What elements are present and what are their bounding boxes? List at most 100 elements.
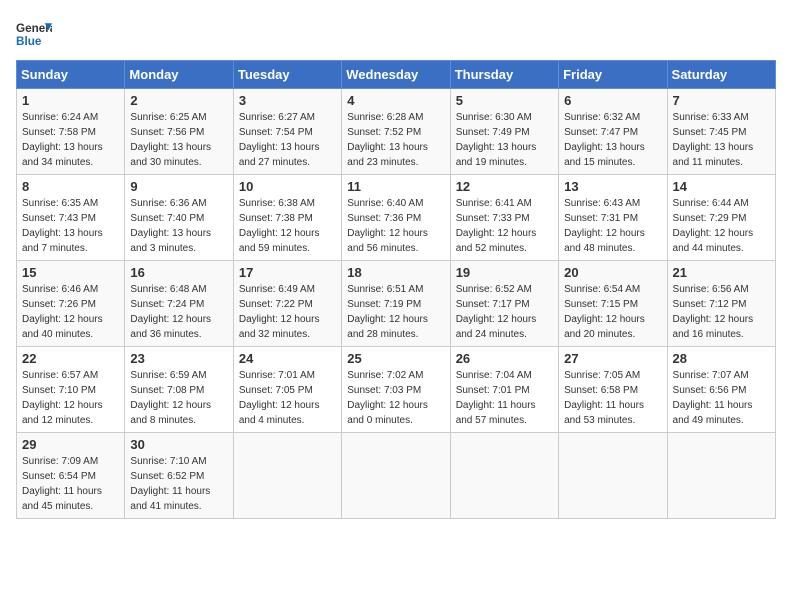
day-cell: 22 Sunrise: 6:57 AMSunset: 7:10 PMDayligh… (17, 347, 125, 433)
day-number: 14 (673, 179, 770, 194)
day-info: Sunrise: 6:40 AMSunset: 7:36 PMDaylight:… (347, 196, 444, 256)
col-header-thursday: Thursday (450, 61, 558, 89)
col-header-friday: Friday (559, 61, 667, 89)
day-cell: 15Sunrise: 6:46 AMSunset: 7:26 PMDayligh… (17, 261, 125, 347)
day-cell: 24 Sunrise: 7:01 AMSunset: 7:05 PMDayligh… (233, 347, 341, 433)
day-number: 12 (456, 179, 553, 194)
day-number: 10 (239, 179, 336, 194)
day-number: 17 (239, 265, 336, 280)
day-info: Sunrise: 6:51 AMSunset: 7:19 PMDaylight:… (347, 282, 444, 342)
day-cell: 4 Sunrise: 6:28 AMSunset: 7:52 PMDaylight… (342, 89, 450, 175)
day-number: 2 (130, 93, 227, 108)
day-cell: 30 Sunrise: 7:10 AMSunset: 6:52 PMDayligh… (125, 433, 233, 519)
svg-text:Blue: Blue (16, 35, 42, 48)
week-row-5: 29 Sunrise: 7:09 AMSunset: 6:54 PMDayligh… (17, 433, 776, 519)
day-info: Sunrise: 6:24 AMSunset: 7:58 PMDaylight:… (22, 110, 119, 170)
day-cell: 26Sunrise: 7:04 AMSunset: 7:01 PMDayligh… (450, 347, 558, 433)
day-info: Sunrise: 6:35 AMSunset: 7:43 PMDaylight:… (22, 196, 119, 256)
day-cell: 9 Sunrise: 6:36 AMSunset: 7:40 PMDaylight… (125, 175, 233, 261)
week-row-4: 22 Sunrise: 6:57 AMSunset: 7:10 PMDayligh… (17, 347, 776, 433)
col-header-wednesday: Wednesday (342, 61, 450, 89)
day-cell: 10 Sunrise: 6:38 AMSunset: 7:38 PMDayligh… (233, 175, 341, 261)
day-number: 18 (347, 265, 444, 280)
day-cell: 12 Sunrise: 6:41 AMSunset: 7:33 PMDayligh… (450, 175, 558, 261)
calendar-header-row: SundayMondayTuesdayWednesdayThursdayFrid… (17, 61, 776, 89)
day-cell: 23 Sunrise: 6:59 AMSunset: 7:08 PMDayligh… (125, 347, 233, 433)
day-info: Sunrise: 6:43 AMSunset: 7:31 PMDaylight:… (564, 196, 661, 256)
day-cell: 1 Sunrise: 6:24 AMSunset: 7:58 PMDaylight… (17, 89, 125, 175)
day-cell: 25 Sunrise: 7:02 AMSunset: 7:03 PMDayligh… (342, 347, 450, 433)
day-info: Sunrise: 6:25 AMSunset: 7:56 PMDaylight:… (130, 110, 227, 170)
day-number: 13 (564, 179, 661, 194)
day-info: Sunrise: 6:32 AMSunset: 7:47 PMDaylight:… (564, 110, 661, 170)
day-cell (450, 433, 558, 519)
day-cell: 21 Sunrise: 6:56 AMSunset: 7:12 PMDayligh… (667, 261, 775, 347)
day-cell (342, 433, 450, 519)
day-info: Sunrise: 6:57 AMSunset: 7:10 PMDaylight:… (22, 368, 119, 428)
day-cell (559, 433, 667, 519)
day-cell: 5 Sunrise: 6:30 AMSunset: 7:49 PMDaylight… (450, 89, 558, 175)
day-info: Sunrise: 7:04 AMSunset: 7:01 PMDaylight:… (456, 368, 553, 428)
day-number: 28 (673, 351, 770, 366)
day-info: Sunrise: 6:48 AMSunset: 7:24 PMDaylight:… (130, 282, 227, 342)
day-info: Sunrise: 6:44 AMSunset: 7:29 PMDaylight:… (673, 196, 770, 256)
logo: General Blue (16, 16, 52, 52)
day-cell: 28 Sunrise: 7:07 AMSunset: 6:56 PMDayligh… (667, 347, 775, 433)
day-number: 24 (239, 351, 336, 366)
day-info: Sunrise: 6:52 AMSunset: 7:17 PMDaylight:… (456, 282, 553, 342)
day-info: Sunrise: 6:41 AMSunset: 7:33 PMDaylight:… (456, 196, 553, 256)
day-info: Sunrise: 6:56 AMSunset: 7:12 PMDaylight:… (673, 282, 770, 342)
day-cell: 2 Sunrise: 6:25 AMSunset: 7:56 PMDaylight… (125, 89, 233, 175)
day-info: Sunrise: 7:05 AMSunset: 6:58 PMDaylight:… (564, 368, 661, 428)
day-info: Sunrise: 6:59 AMSunset: 7:08 PMDaylight:… (130, 368, 227, 428)
day-number: 22 (22, 351, 119, 366)
day-number: 27 (564, 351, 661, 366)
day-info: Sunrise: 7:10 AMSunset: 6:52 PMDaylight:… (130, 454, 227, 514)
day-number: 20 (564, 265, 661, 280)
day-cell: 6 Sunrise: 6:32 AMSunset: 7:47 PMDaylight… (559, 89, 667, 175)
day-cell: 16 Sunrise: 6:48 AMSunset: 7:24 PMDayligh… (125, 261, 233, 347)
week-row-2: 8 Sunrise: 6:35 AMSunset: 7:43 PMDaylight… (17, 175, 776, 261)
day-number: 4 (347, 93, 444, 108)
day-info: Sunrise: 7:02 AMSunset: 7:03 PMDaylight:… (347, 368, 444, 428)
day-number: 11 (347, 179, 444, 194)
day-cell: 14 Sunrise: 6:44 AMSunset: 7:29 PMDayligh… (667, 175, 775, 261)
day-cell: 27 Sunrise: 7:05 AMSunset: 6:58 PMDayligh… (559, 347, 667, 433)
day-number: 21 (673, 265, 770, 280)
logo-icon: General Blue (16, 16, 52, 52)
day-number: 15 (22, 265, 119, 280)
day-number: 8 (22, 179, 119, 194)
day-info: Sunrise: 6:28 AMSunset: 7:52 PMDaylight:… (347, 110, 444, 170)
day-info: Sunrise: 6:30 AMSunset: 7:49 PMDaylight:… (456, 110, 553, 170)
day-cell: 8 Sunrise: 6:35 AMSunset: 7:43 PMDaylight… (17, 175, 125, 261)
week-row-3: 15Sunrise: 6:46 AMSunset: 7:26 PMDayligh… (17, 261, 776, 347)
col-header-sunday: Sunday (17, 61, 125, 89)
day-number: 9 (130, 179, 227, 194)
day-info: Sunrise: 7:07 AMSunset: 6:56 PMDaylight:… (673, 368, 770, 428)
day-number: 25 (347, 351, 444, 366)
col-header-monday: Monday (125, 61, 233, 89)
day-info: Sunrise: 6:38 AMSunset: 7:38 PMDaylight:… (239, 196, 336, 256)
day-info: Sunrise: 6:36 AMSunset: 7:40 PMDaylight:… (130, 196, 227, 256)
day-info: Sunrise: 7:09 AMSunset: 6:54 PMDaylight:… (22, 454, 119, 514)
day-cell: 3Sunrise: 6:27 AMSunset: 7:54 PMDaylight… (233, 89, 341, 175)
day-info: Sunrise: 6:49 AMSunset: 7:22 PMDaylight:… (239, 282, 336, 342)
day-number: 29 (22, 437, 119, 452)
day-number: 6 (564, 93, 661, 108)
calendar-table: SundayMondayTuesdayWednesdayThursdayFrid… (16, 60, 776, 519)
day-number: 16 (130, 265, 227, 280)
day-cell: 20 Sunrise: 6:54 AMSunset: 7:15 PMDayligh… (559, 261, 667, 347)
day-cell: 19Sunrise: 6:52 AMSunset: 7:17 PMDayligh… (450, 261, 558, 347)
day-cell: 18 Sunrise: 6:51 AMSunset: 7:19 PMDayligh… (342, 261, 450, 347)
day-number: 5 (456, 93, 553, 108)
day-cell: 11 Sunrise: 6:40 AMSunset: 7:36 PMDayligh… (342, 175, 450, 261)
day-cell: 17 Sunrise: 6:49 AMSunset: 7:22 PMDayligh… (233, 261, 341, 347)
day-number: 3 (239, 93, 336, 108)
day-number: 23 (130, 351, 227, 366)
col-header-tuesday: Tuesday (233, 61, 341, 89)
week-row-1: 1 Sunrise: 6:24 AMSunset: 7:58 PMDaylight… (17, 89, 776, 175)
day-number: 30 (130, 437, 227, 452)
day-number: 1 (22, 93, 119, 108)
day-info: Sunrise: 6:54 AMSunset: 7:15 PMDaylight:… (564, 282, 661, 342)
day-info: Sunrise: 7:01 AMSunset: 7:05 PMDaylight:… (239, 368, 336, 428)
